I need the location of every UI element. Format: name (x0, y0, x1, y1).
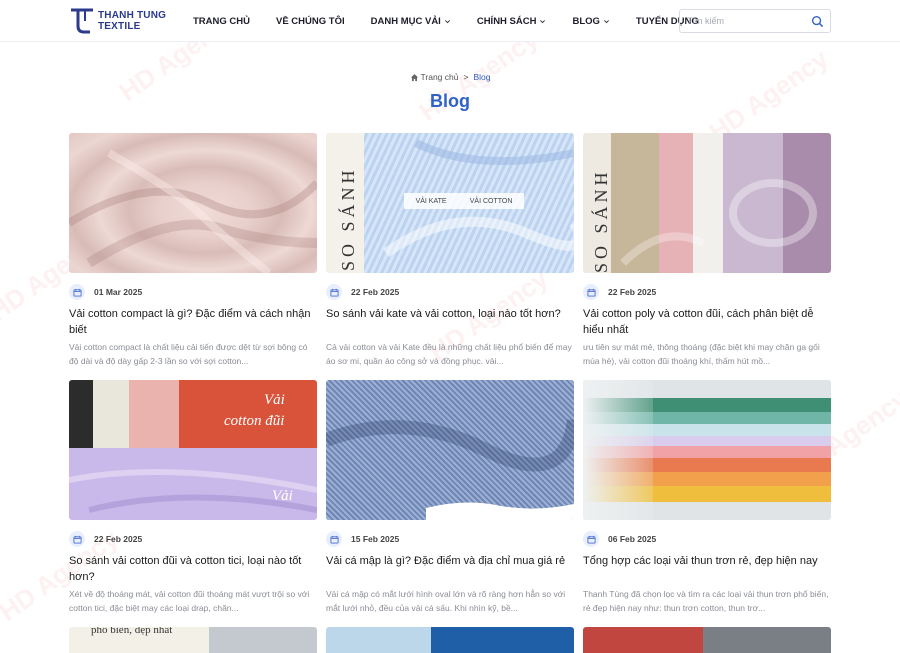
post-thumbnail[interactable]: SO SÁNH VẢI KATE VẢI COTTON (326, 133, 574, 273)
calendar-icon (69, 284, 85, 300)
calendar-icon (69, 531, 85, 547)
logo-line-2: TEXTILE (98, 21, 141, 32)
calendar-icon (326, 284, 342, 300)
home-icon (410, 73, 418, 81)
post-meta: 15 Feb 2025 (326, 531, 574, 547)
post-title[interactable]: So sánh vải cotton đũi và cotton tici, l… (69, 554, 317, 585)
chevron-down-icon (540, 19, 546, 23)
post-excerpt: Xét về độ thoáng mát, vải cotton đũi tho… (69, 589, 310, 613)
fabric-fold-graphic (620, 179, 817, 266)
post-thumbnail[interactable] (69, 133, 317, 273)
post-date: 06 Feb 2025 (608, 534, 657, 544)
fabric-fold-graphic (383, 139, 574, 258)
nav-label: BLOG (572, 15, 600, 27)
post-title[interactable]: Vải cotton poly và cotton đũi, cách phân… (583, 307, 831, 338)
post-excerpt: Cả vải cotton và vải Kate đều là những c… (326, 342, 572, 366)
site-header: THANH TUNG TEXTILE TRANG CHỦ VỀ CHÚNG TÔ… (0, 0, 900, 42)
post-thumbnail[interactable]: phổ biến, đẹp nhất (69, 627, 317, 653)
post-date: 22 Feb 2025 (608, 287, 657, 297)
breadcrumb-current: Blog (473, 72, 491, 82)
post-thumbnail[interactable] (326, 627, 574, 653)
chevron-down-icon (444, 19, 450, 23)
image-shade (583, 380, 653, 520)
blog-card: SO SÁNH VẢI KATE VẢI COTTON 22 Feb 2025 … (326, 133, 574, 368)
logo-mark-icon (70, 7, 94, 35)
nav-label: VỀ CHÚNG TÔI (276, 15, 345, 27)
chevron-down-icon (603, 19, 609, 23)
post-meta: 01 Mar 2025 (69, 284, 317, 300)
post-thumbnail[interactable]: SO SÁNH (583, 133, 831, 273)
post-thumbnail[interactable] (583, 627, 831, 653)
page-title: Blog (430, 91, 470, 111)
logo-text: THANH TUNG TEXTILE (98, 10, 166, 32)
post-meta: 22 Feb 2025 (69, 531, 317, 547)
post-title[interactable]: Vải cá mập là gì? Đặc điểm và địa chỉ mu… (326, 554, 574, 585)
search-input[interactable] (680, 16, 804, 26)
blog-card: 15 Feb 2025 Vải cá mập là gì? Đặc điểm v… (326, 380, 574, 615)
calendar-icon (326, 531, 342, 547)
search-box (679, 9, 831, 33)
main-nav: TRANG CHỦ VỀ CHÚNG TÔI DANH MỤC VẢI CHÍN… (193, 0, 725, 42)
nav-label: TRANG CHỦ (193, 15, 250, 27)
post-title[interactable]: So sánh vải kate và vải cotton, loại nào… (326, 307, 574, 338)
post-excerpt: Vải cá mập có mắt lưới hình oval lớn và … (326, 589, 566, 613)
breadcrumb-separator: > (463, 72, 469, 82)
breadcrumb-home-link[interactable]: Trang chủ (421, 72, 459, 82)
post-excerpt: Thanh Tùng đã chọn lọc và tìm ra các loạ… (583, 589, 829, 613)
nav-label: DANH MỤC VẢI (370, 15, 441, 27)
post-meta: 06 Feb 2025 (583, 531, 831, 547)
calendar-icon (583, 284, 599, 300)
logo-line-1: THANH TUNG (98, 10, 167, 21)
post-title[interactable]: Tổng hợp các loại vải thun trơn rẻ, đẹp … (583, 554, 831, 585)
post-meta: 22 Feb 2025 (583, 284, 831, 300)
post-date: 22 Feb 2025 (351, 287, 400, 297)
fabric-fold-graphic (69, 149, 317, 273)
nav-label: CHÍNH SÁCH (476, 15, 537, 27)
post-thumbnail[interactable]: Vải cotton đũi Vải (69, 380, 317, 520)
calendar-icon (583, 531, 599, 547)
blog-card: 01 Mar 2025 Vải cotton compact là gì? Đặ… (69, 133, 317, 368)
post-thumbnail[interactable] (326, 380, 574, 520)
search-icon[interactable] (811, 15, 824, 28)
logo[interactable]: THANH TUNG TEXTILE (70, 7, 166, 35)
post-excerpt: Vải cotton compact là chất liệu cải tiến… (69, 342, 308, 366)
nav-item-danh-muc-vai[interactable]: DANH MỤC VẢI (371, 16, 451, 27)
nav-item-chinh-sach[interactable]: CHÍNH SÁCH (477, 16, 547, 27)
blog-card: SO SÁNH 22 Feb 2025 Vải cotton poly và c… (583, 133, 831, 368)
blog-card: Vải cotton đũi Vải 22 Feb 2025 So sánh v… (69, 380, 317, 615)
nav-item-ve-chung-toi[interactable]: VỀ CHÚNG TÔI (276, 16, 345, 27)
fabric-fold-graphic (69, 469, 317, 513)
breadcrumb: Trang chủ > Blog (0, 72, 900, 82)
post-excerpt: ưu tiên sự mát mẻ, thông thoáng (đặc biệ… (583, 342, 820, 366)
fabric-fold-graphic (326, 418, 574, 520)
post-title[interactable]: Vải cotton compact là gì? Đặc điểm và cá… (69, 307, 317, 338)
blog-card: 06 Feb 2025 Tổng hợp các loại vải thun t… (583, 380, 831, 615)
nav-item-blog[interactable]: BLOG (572, 16, 609, 27)
post-meta: 22 Feb 2025 (326, 284, 574, 300)
post-thumbnail[interactable] (583, 380, 831, 520)
nav-item-trang-chu[interactable]: TRANG CHỦ (193, 16, 250, 27)
image-text: phổ biến, đẹp nhất (91, 627, 173, 636)
post-date: 22 Feb 2025 (94, 534, 143, 544)
post-date: 15 Feb 2025 (351, 534, 400, 544)
post-date: 01 Mar 2025 (94, 287, 143, 297)
